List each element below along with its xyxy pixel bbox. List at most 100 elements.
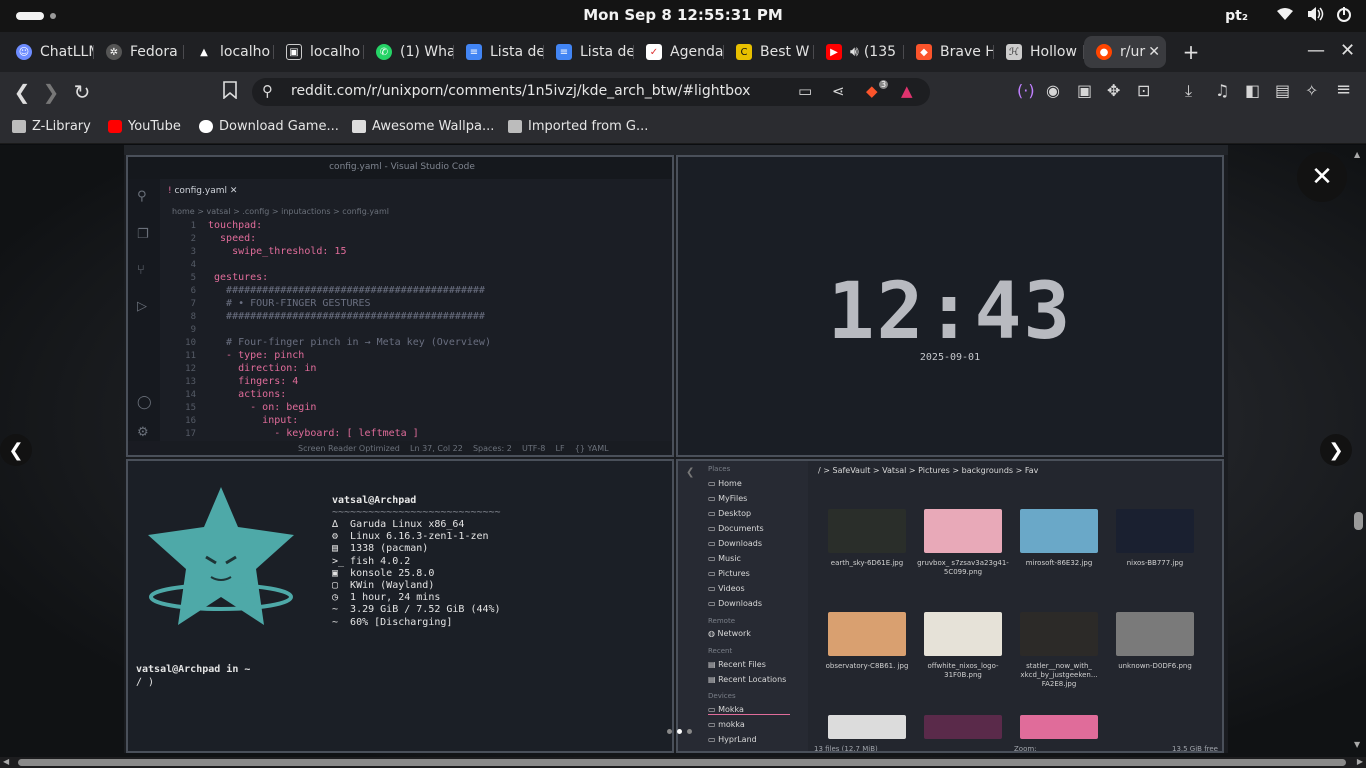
power-icon[interactable] [1336, 6, 1352, 26]
file-name: mirosoft-86E32.jpg [1025, 559, 1093, 567]
tab[interactable]: ☺ ChatLLM [4, 36, 94, 68]
tab[interactable]: ≡ Lista de [454, 36, 544, 68]
check-icon: ✓ [646, 44, 662, 60]
close-tab-icon[interactable]: ✕ [1148, 44, 1160, 60]
tab[interactable]: ✲ Fedora [94, 36, 184, 68]
system-info-line: ~ 60% [Discharging] [332, 616, 453, 628]
extension-owl-icon[interactable]: ◉ [1046, 81, 1060, 100]
tab-label: Hollow [1030, 44, 1077, 60]
scroll-down-icon[interactable]: ▼ [1354, 740, 1360, 749]
reddit-icon: ● [1096, 44, 1112, 60]
tab[interactable]: ℋ Hollow [994, 36, 1084, 68]
code-line: input: [208, 415, 299, 426]
url-text[interactable]: reddit.com/r/unixporn/comments/1n5ivzj/k… [291, 83, 750, 99]
extensions-icon[interactable]: ✥ [1107, 81, 1120, 100]
wifi-icon[interactable] [1276, 7, 1294, 25]
close-lightbox-button[interactable]: ✕ [1297, 152, 1347, 202]
wallet-icon[interactable]: ▤ [1275, 81, 1290, 100]
volume-icon[interactable] [1306, 6, 1324, 26]
bookmark-label: Z-Library [32, 119, 91, 134]
clock-pane: 12:43 2025-09-01 [676, 155, 1224, 457]
minimize-icon[interactable]: — [1307, 40, 1325, 61]
bookmark-item[interactable]: YouTube [108, 119, 181, 134]
terminal-separator: ~~~~~~~~~~~~~~~~~~~~~~~~~~~~ [332, 507, 501, 518]
pagination-dot-active[interactable] [676, 728, 682, 734]
next-image-button[interactable]: ❯ [1320, 434, 1352, 466]
menu-icon[interactable]: ≡ [1336, 79, 1351, 100]
back-icon[interactable]: ❮ [10, 80, 34, 104]
tab-label: Best W [760, 44, 810, 60]
wallpaper-icon [352, 120, 366, 133]
brave-shields-icon[interactable]: ◆ [866, 82, 878, 100]
tab[interactable]: ▲ localho [184, 36, 274, 68]
bookmark-item[interactable]: Awesome Wallpa... [352, 119, 494, 134]
download-icon[interactable]: ⤓ [1185, 81, 1192, 101]
horizontal-scrollbar-thumb[interactable] [18, 759, 1346, 766]
file-thumbnail [1116, 509, 1194, 553]
screenshot-icon[interactable]: ▣ [1077, 81, 1092, 100]
cast-icon[interactable]: ▭ [798, 82, 812, 100]
scroll-right-icon[interactable]: ▶ [1357, 757, 1363, 766]
volume-icon[interactable]: 🔊︎ [850, 44, 859, 60]
pagination-dot[interactable] [686, 728, 692, 734]
bookmark-item[interactable]: Imported from G... [508, 119, 648, 134]
tab-search-icon[interactable]: ⊡ [1137, 81, 1150, 100]
bookmark-label: Awesome Wallpa... [372, 119, 495, 134]
sidebar-label: Recent Files [718, 660, 766, 669]
editor-status-text: Screen Reader Optimized Ln 37, Col 22 Sp… [298, 444, 609, 453]
tab[interactable]: ◆ Brave H [904, 36, 994, 68]
share-icon[interactable]: ⋖ [832, 82, 845, 100]
bookmark-item[interactable]: Download Game... [199, 119, 339, 134]
reload-icon[interactable]: ↻ [70, 80, 94, 104]
sidebar-item: ▭ mokka [708, 720, 745, 729]
brave-rewards-icon[interactable]: ▲ [901, 82, 913, 100]
pagination-dot[interactable] [666, 728, 672, 734]
system-clock[interactable]: Mon Sep 8 12:55:31 PM [0, 6, 1366, 24]
keyboard-layout[interactable]: pt₂ [1225, 8, 1248, 24]
previous-image-button[interactable]: ❮ [0, 434, 32, 466]
tab-label: ChatLLM [40, 44, 94, 60]
editor-status-bar: Screen Reader Optimized Ln 37, Col 22 Sp… [128, 441, 672, 455]
sidebar-item: ▭ HyprLand [708, 735, 757, 744]
tab[interactable]: ✓ Agenda [634, 36, 724, 68]
scroll-left-icon[interactable]: ◀ [3, 757, 9, 766]
sidebar-label: Pictures [718, 569, 750, 578]
tab[interactable]: ✆ (1) Wha [364, 36, 454, 68]
address-bar[interactable]: ⚲ reddit.com/r/unixporn/comments/1n5ivzj… [252, 78, 930, 106]
system-info-line: ~ 3.29 GiB / 7.52 GiB (44%) [332, 604, 501, 616]
file-manager-breadcrumb: / > SafeVault > Vatsal > Pictures > back… [818, 466, 1039, 475]
system-info-line: ◷ 1 hour, 24 mins [332, 592, 441, 604]
line-number: 9 [190, 325, 196, 335]
extension-icon[interactable]: (·) [1017, 81, 1035, 100]
tab-active[interactable]: ● r/ur ✕ [1084, 36, 1166, 68]
bookmark-item[interactable]: Z-Library [12, 119, 91, 134]
scroll-up-icon[interactable]: ▲ [1354, 150, 1360, 159]
sidebar-section: Places [708, 465, 731, 473]
sidebar-label: Videos [718, 584, 745, 593]
file-thumbnail [828, 509, 906, 553]
tab[interactable]: ▣ localho [274, 36, 364, 68]
close-window-icon[interactable]: ✕ [1340, 40, 1355, 61]
tab-label: Brave H [940, 44, 994, 60]
code-line: gestures: [208, 272, 269, 283]
media-icon[interactable]: ♫ [1215, 81, 1229, 100]
forward-icon[interactable]: ❯ [39, 80, 63, 104]
chat-icon: ☺ [16, 44, 32, 60]
sidebar-label: Documents [718, 524, 764, 533]
tab[interactable]: C Best W [724, 36, 814, 68]
site-settings-icon[interactable]: ⚲ [262, 82, 273, 100]
ai-icon[interactable]: ✧ [1305, 81, 1318, 100]
tab-label: localho [310, 44, 361, 60]
vertical-scrollbar[interactable] [1354, 512, 1363, 530]
source-control-icon: ⑂ [137, 263, 145, 278]
bookmark-icon[interactable] [218, 80, 242, 104]
tab[interactable]: ≡ Lista de [544, 36, 634, 68]
tab[interactable]: ▶ 🔊︎ (135 [814, 36, 904, 68]
code-line: - on: begin [208, 402, 317, 413]
file-thumbnail [828, 612, 906, 656]
c-icon: C [736, 44, 752, 60]
sidebar-icon[interactable]: ◧ [1245, 81, 1260, 100]
horizontal-scrollbar[interactable]: ◀ ▶ [0, 757, 1366, 768]
file-thumbnail [1020, 715, 1098, 739]
new-tab-button[interactable]: + [1178, 40, 1204, 64]
